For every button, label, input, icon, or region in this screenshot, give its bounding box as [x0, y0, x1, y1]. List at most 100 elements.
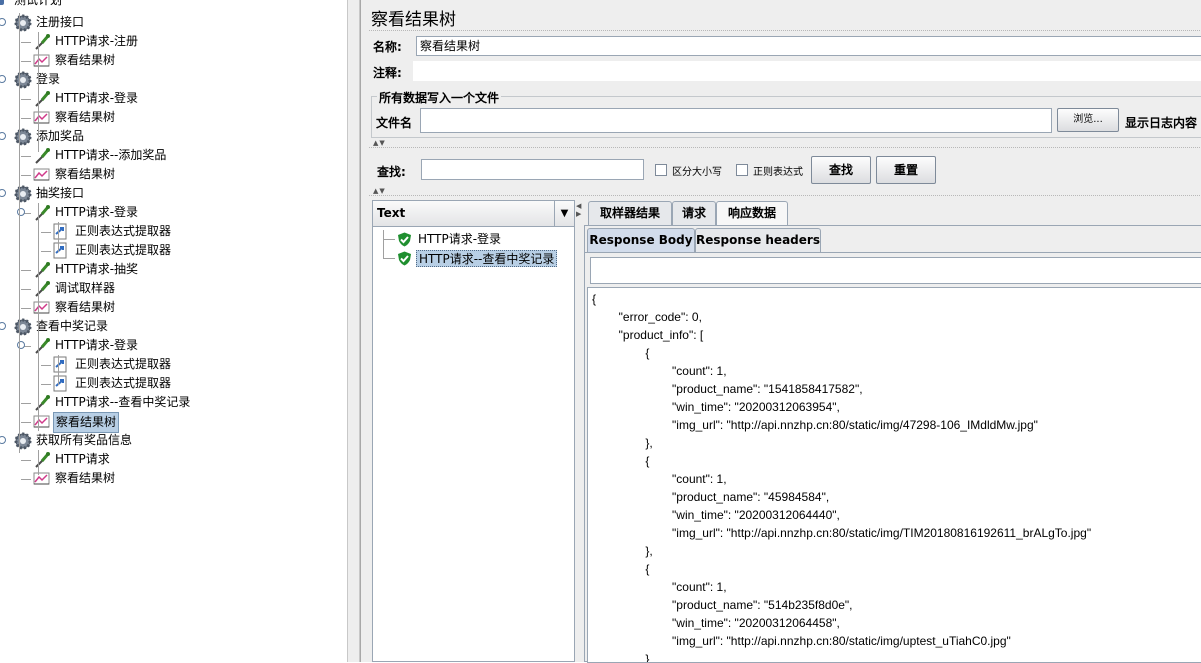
- tree-item[interactable]: HTTP请求--查看中奖记录: [0, 393, 347, 412]
- comment-field[interactable]: [413, 61, 1201, 81]
- expand-toggle-icon[interactable]: [0, 18, 6, 26]
- result-item-label: HTTP请求-登录: [418, 232, 502, 246]
- tree-item[interactable]: 察看结果树: [0, 51, 347, 70]
- tree-item-label: HTTP请求--添加奖品: [55, 148, 167, 162]
- result-item-label: HTTP请求--查看中奖记录: [416, 250, 558, 267]
- browse-button[interactable]: 浏览...: [1057, 108, 1119, 132]
- tab-sampler-result[interactable]: 取样器结果: [588, 201, 672, 226]
- listener-icon: [33, 470, 51, 492]
- tree-item-label: 获取所有奖品信息: [36, 433, 133, 447]
- collapse-arrows-icon-2[interactable]: ▲▼: [373, 187, 386, 195]
- tree-item[interactable]: 注册接口: [0, 13, 347, 32]
- tree-item[interactable]: HTTP请求-登录: [0, 203, 347, 222]
- listener-panel: 察看结果树 名称: 察看结果树 注释: 所有数据写入一个文件 文件名 浏览...…: [360, 0, 1201, 663]
- reset-button[interactable]: 重置: [876, 156, 936, 184]
- test-plan-icon: [0, 0, 4, 5]
- response-line: "img_url": "http://api.nnzhp.cn:80/stati…: [592, 418, 1038, 432]
- search-label: 查找:: [377, 165, 406, 179]
- search-input[interactable]: [421, 159, 644, 180]
- tree-item[interactable]: 调试取样器: [0, 279, 347, 298]
- response-line: "win_time": "20200312064458",: [592, 616, 840, 630]
- log-content-label: 显示日志内容: [1125, 116, 1198, 130]
- response-line: "count": 1,: [592, 364, 727, 378]
- tree-item-label: 调试取样器: [55, 281, 116, 295]
- response-line: "error_code": 0,: [592, 310, 702, 324]
- renderer-select-value: Text: [377, 206, 406, 220]
- tree-item[interactable]: HTTP请求-登录: [0, 336, 347, 355]
- response-search-bar[interactable]: [590, 257, 1201, 284]
- tree-item-label: 正则表达式提取器: [75, 376, 172, 390]
- tree-item-label: 正则表达式提取器: [75, 357, 172, 371]
- tree-item[interactable]: 察看结果树: [0, 298, 347, 317]
- split-divider[interactable]: [347, 0, 360, 662]
- tree-item[interactable]: HTTP请求: [0, 450, 347, 469]
- tree-item[interactable]: 查看中奖记录: [0, 317, 347, 336]
- tab-response-body[interactable]: Response Body: [587, 228, 695, 253]
- regex-checkbox[interactable]: [736, 164, 748, 176]
- expand-toggle-icon[interactable]: [0, 132, 6, 140]
- tree-item[interactable]: HTTP请求-抽奖: [0, 260, 347, 279]
- tree-item[interactable]: HTTP请求-登录: [0, 89, 347, 108]
- tree-item-label: 察看结果树: [53, 412, 120, 433]
- tree-root-label: 测试计划: [14, 0, 63, 7]
- response-line: {: [592, 562, 650, 576]
- response-line: "count": 1,: [592, 472, 727, 486]
- tree-item[interactable]: 察看结果树: [0, 469, 347, 488]
- inner-split-divider[interactable]: ◀ ▶: [575, 200, 584, 662]
- response-line: {: [592, 292, 597, 306]
- response-line: "product_info": [: [592, 328, 704, 342]
- expand-toggle-icon[interactable]: [0, 189, 6, 197]
- test-plan-tree[interactable]: 测试计划 注册接口 HTTP请求-注册 察看结果树 登录 HTTP请求-登录 察看结果树添…: [0, 0, 347, 662]
- tree-item-label: HTTP请求-注册: [55, 34, 139, 48]
- results-pane: Text ▼ HTTP请求-登录 HTTP请求--查看中奖记录: [372, 200, 575, 662]
- tab-response-data[interactable]: 响应数据: [716, 201, 788, 226]
- tree-item[interactable]: 察看结果树: [0, 165, 347, 184]
- tree-item[interactable]: HTTP请求--添加奖品: [0, 146, 347, 165]
- tree-item[interactable]: 正则表达式提取器: [0, 374, 347, 393]
- tree-item[interactable]: HTTP请求-注册: [0, 32, 347, 51]
- response-body-text[interactable]: { "error_code": 0, "product_info": [ { "…: [587, 287, 1201, 663]
- panel-title: 察看结果树: [371, 10, 456, 30]
- regex-label: 正则表达式: [753, 167, 803, 178]
- name-field[interactable]: 察看结果树: [416, 36, 1201, 56]
- tree-item[interactable]: 正则表达式提取器: [0, 241, 347, 260]
- tab-response-headers[interactable]: Response headers: [695, 228, 821, 253]
- chevron-down-icon[interactable]: ▼: [554, 201, 574, 226]
- tree-item[interactable]: 察看结果树: [0, 108, 347, 127]
- result-item[interactable]: HTTP请求--查看中奖记录: [373, 249, 573, 268]
- collapse-arrows-icon[interactable]: ▲▼: [373, 139, 386, 147]
- tree-item[interactable]: 正则表达式提取器: [0, 355, 347, 374]
- tree-item[interactable]: 获取所有奖品信息: [0, 431, 347, 450]
- tree-item-label: 查看中奖记录: [36, 319, 109, 333]
- expand-toggle-icon[interactable]: [0, 322, 6, 330]
- tree-item-label: 察看结果树: [55, 53, 116, 67]
- response-area: 取样器结果 请求 响应数据 Response Body Response header…: [584, 200, 1201, 663]
- expand-toggle-icon[interactable]: [0, 75, 6, 83]
- tree-item[interactable]: 添加奖品: [0, 127, 347, 146]
- tree-item[interactable]: 察看结果树: [0, 412, 347, 433]
- tree-item-label: 察看结果树: [55, 167, 116, 181]
- renderer-select[interactable]: Text ▼: [373, 201, 574, 227]
- tree-item-label: 察看结果树: [55, 110, 116, 124]
- response-line: "product_name": "1541858417582",: [592, 382, 863, 396]
- tree-item[interactable]: 正则表达式提取器: [0, 222, 347, 241]
- case-sensitive-checkbox[interactable]: [655, 164, 667, 176]
- response-line: "product_name": "45984584",: [592, 490, 830, 504]
- split-arrows-icon[interactable]: ◀ ▶: [576, 202, 581, 218]
- response-line: },: [592, 436, 653, 450]
- tree-item[interactable]: 登录: [0, 70, 347, 89]
- tree-item-label: 正则表达式提取器: [75, 224, 172, 238]
- tree-item-label: HTTP请求-登录: [55, 205, 139, 219]
- response-line: },: [592, 544, 653, 558]
- find-button[interactable]: 查找: [811, 156, 871, 184]
- tree-item-label: 添加奖品: [36, 129, 85, 143]
- expand-toggle-icon[interactable]: [0, 436, 6, 444]
- tab-request[interactable]: 请求: [672, 201, 716, 226]
- filename-input[interactable]: [420, 108, 1052, 133]
- response-line: "product_name": "514b235f8d0e",: [592, 598, 853, 612]
- success-shield-icon: [397, 232, 412, 250]
- result-item[interactable]: HTTP请求-登录: [373, 230, 573, 249]
- response-line: "win_time": "20200312064440",: [592, 508, 840, 522]
- tree-item[interactable]: 抽奖接口: [0, 184, 347, 203]
- tree-item-label: HTTP请求-抽奖: [55, 262, 139, 276]
